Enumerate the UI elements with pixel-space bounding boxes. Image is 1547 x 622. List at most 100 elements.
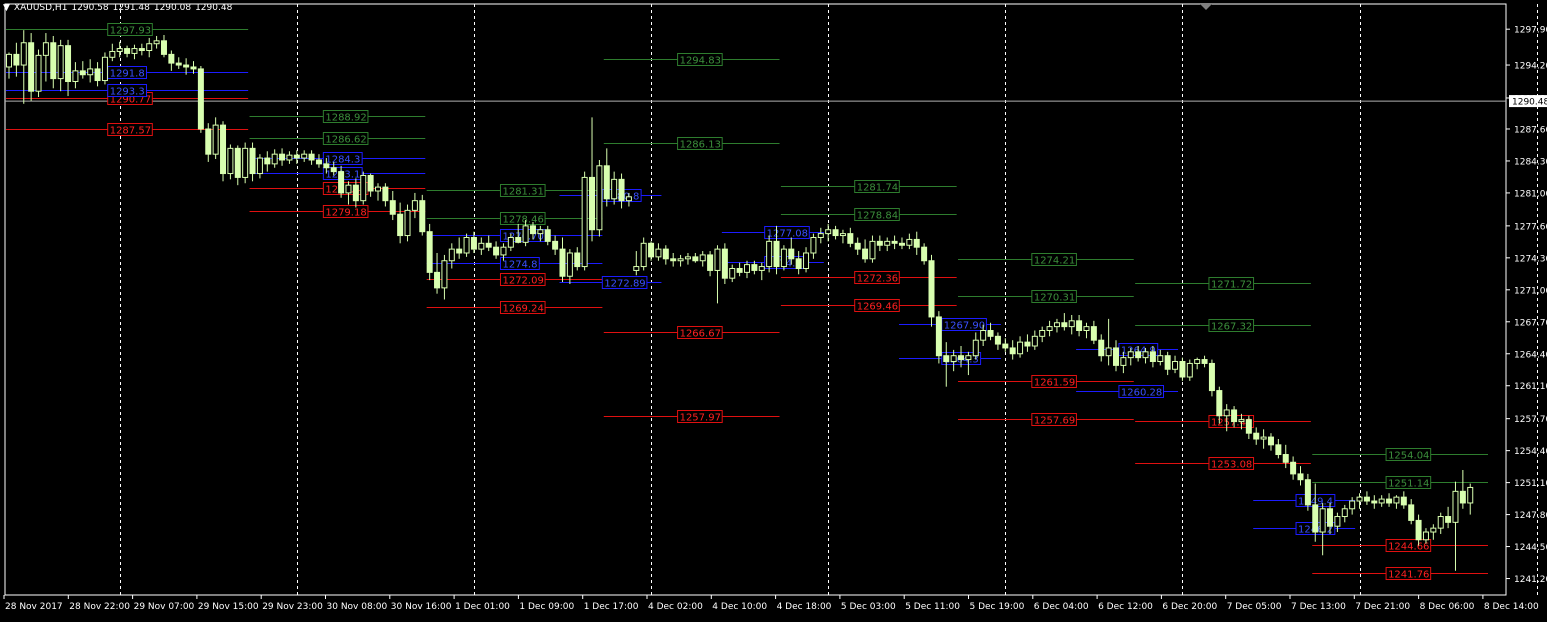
candle-body xyxy=(943,355,950,363)
candle-body xyxy=(721,248,728,279)
candle-body xyxy=(1267,436,1274,446)
candle-body xyxy=(1083,326,1090,332)
candle-body xyxy=(1371,500,1378,504)
price-tick-label: 1294.20 xyxy=(1514,62,1547,72)
candle-body xyxy=(684,256,691,260)
candle-body xyxy=(1024,341,1031,347)
candle-body xyxy=(1149,351,1156,363)
dropdown-arrow-icon[interactable]: ▼ xyxy=(3,3,10,13)
candle-body xyxy=(256,157,263,175)
pivot-level-label: 1277.08 xyxy=(767,229,808,240)
support-level-label: 1257.97 xyxy=(680,413,721,424)
candle-body xyxy=(950,355,957,363)
candle-body xyxy=(1253,432,1260,440)
candle-body xyxy=(1408,504,1415,521)
candle-body xyxy=(618,178,625,202)
price-tick-label: 1281.00 xyxy=(1514,189,1547,199)
candle-body xyxy=(242,147,249,178)
resistance-level-label: 1271.72 xyxy=(1211,280,1252,291)
candle-body xyxy=(788,248,795,260)
candle-body xyxy=(1201,359,1208,364)
candle-body xyxy=(544,229,551,242)
price-tick-label: 1267.70 xyxy=(1514,318,1547,328)
candle-body xyxy=(648,242,655,258)
candle-body xyxy=(79,70,86,76)
support-level-label: 1244.66 xyxy=(1388,542,1429,553)
candle-body xyxy=(736,267,743,273)
candle-body xyxy=(891,240,898,244)
candle-body xyxy=(1186,362,1193,378)
candle-body xyxy=(1223,409,1230,417)
candle-body xyxy=(751,264,758,271)
time-tick-label: 6 Dec 20:00 xyxy=(1162,602,1217,612)
support-level-label: 1287.57 xyxy=(110,126,151,137)
candle-body xyxy=(1164,355,1171,370)
price-tick-label: 1271.00 xyxy=(1514,286,1547,296)
candle-body xyxy=(625,196,632,202)
candle-body xyxy=(1142,351,1149,359)
time-tick-label: 30 Nov 08:00 xyxy=(327,602,388,612)
candle-body xyxy=(662,248,669,260)
candle-body xyxy=(101,56,108,82)
candle-body xyxy=(397,213,404,237)
support-level-label: 1257.69 xyxy=(1034,416,1075,427)
candle-body xyxy=(972,339,979,357)
candle-body xyxy=(1297,473,1304,481)
candle-body xyxy=(65,45,72,83)
candle-body xyxy=(352,184,359,202)
support-level-label: 1253.08 xyxy=(1211,460,1252,471)
candle-body xyxy=(987,330,994,337)
candle-body xyxy=(906,238,913,246)
candle-body xyxy=(308,153,315,161)
candle-body xyxy=(301,153,308,159)
candle-body xyxy=(286,154,293,161)
candle-body xyxy=(839,233,846,237)
candle-body xyxy=(6,53,12,68)
candle-body xyxy=(35,54,42,92)
candle-body xyxy=(138,48,145,52)
candle-body xyxy=(456,248,463,254)
candle-body xyxy=(1452,490,1459,523)
candle-body xyxy=(1363,496,1370,502)
resistance-level-label: 1267.32 xyxy=(1211,322,1252,333)
price-tick-label: 1261.10 xyxy=(1514,382,1547,392)
candle-body xyxy=(1341,508,1348,518)
candle-body xyxy=(1216,390,1223,417)
candle-body xyxy=(670,258,677,262)
candle-body xyxy=(463,236,470,254)
candle-body xyxy=(537,229,544,235)
time-tick-label: 1 Dec 01:00 xyxy=(455,602,510,612)
candle-body xyxy=(869,240,876,260)
candle-body xyxy=(1017,341,1024,355)
candle-body xyxy=(330,167,337,173)
chart-window[interactable]: ▼ XAUUSD,H1 1290.58 1291.48 1290.08 1290.48 1… xyxy=(0,0,1547,618)
candle-body xyxy=(913,238,920,248)
support-level-label: 1272.36 xyxy=(857,274,898,285)
candle-body xyxy=(515,236,522,243)
candle-body xyxy=(773,240,780,268)
time-tick-label: 1 Dec 17:00 xyxy=(584,602,639,612)
candle-body xyxy=(559,248,566,277)
candle-body xyxy=(1009,347,1016,355)
plot-frame xyxy=(4,3,1507,596)
candle-body xyxy=(1386,498,1393,504)
price-tick-label: 1274.30 xyxy=(1514,254,1547,264)
price-tick-label: 1297.90 xyxy=(1514,26,1547,36)
candle-body xyxy=(293,154,300,159)
candle-body xyxy=(1445,516,1452,523)
support-level-label: 1266.67 xyxy=(680,329,721,340)
candle-body xyxy=(921,246,928,262)
candle-body xyxy=(183,64,190,68)
time-tick-label: 29 Nov 15:00 xyxy=(198,602,259,612)
candle-body xyxy=(382,186,389,202)
candle-body xyxy=(1179,361,1186,378)
candle-body xyxy=(57,45,64,80)
candle-body xyxy=(367,174,374,192)
candle-body xyxy=(692,256,699,262)
candle-body xyxy=(1467,486,1474,504)
resistance-level-label: 1294.83 xyxy=(680,56,721,67)
price-tick-label: 1251.10 xyxy=(1514,479,1547,489)
candle-body xyxy=(1127,351,1134,359)
price-chart[interactable]: 1297.931290.771287.571291.81293.31288.92… xyxy=(0,0,1547,618)
support-level-label: 1269.24 xyxy=(502,304,543,315)
